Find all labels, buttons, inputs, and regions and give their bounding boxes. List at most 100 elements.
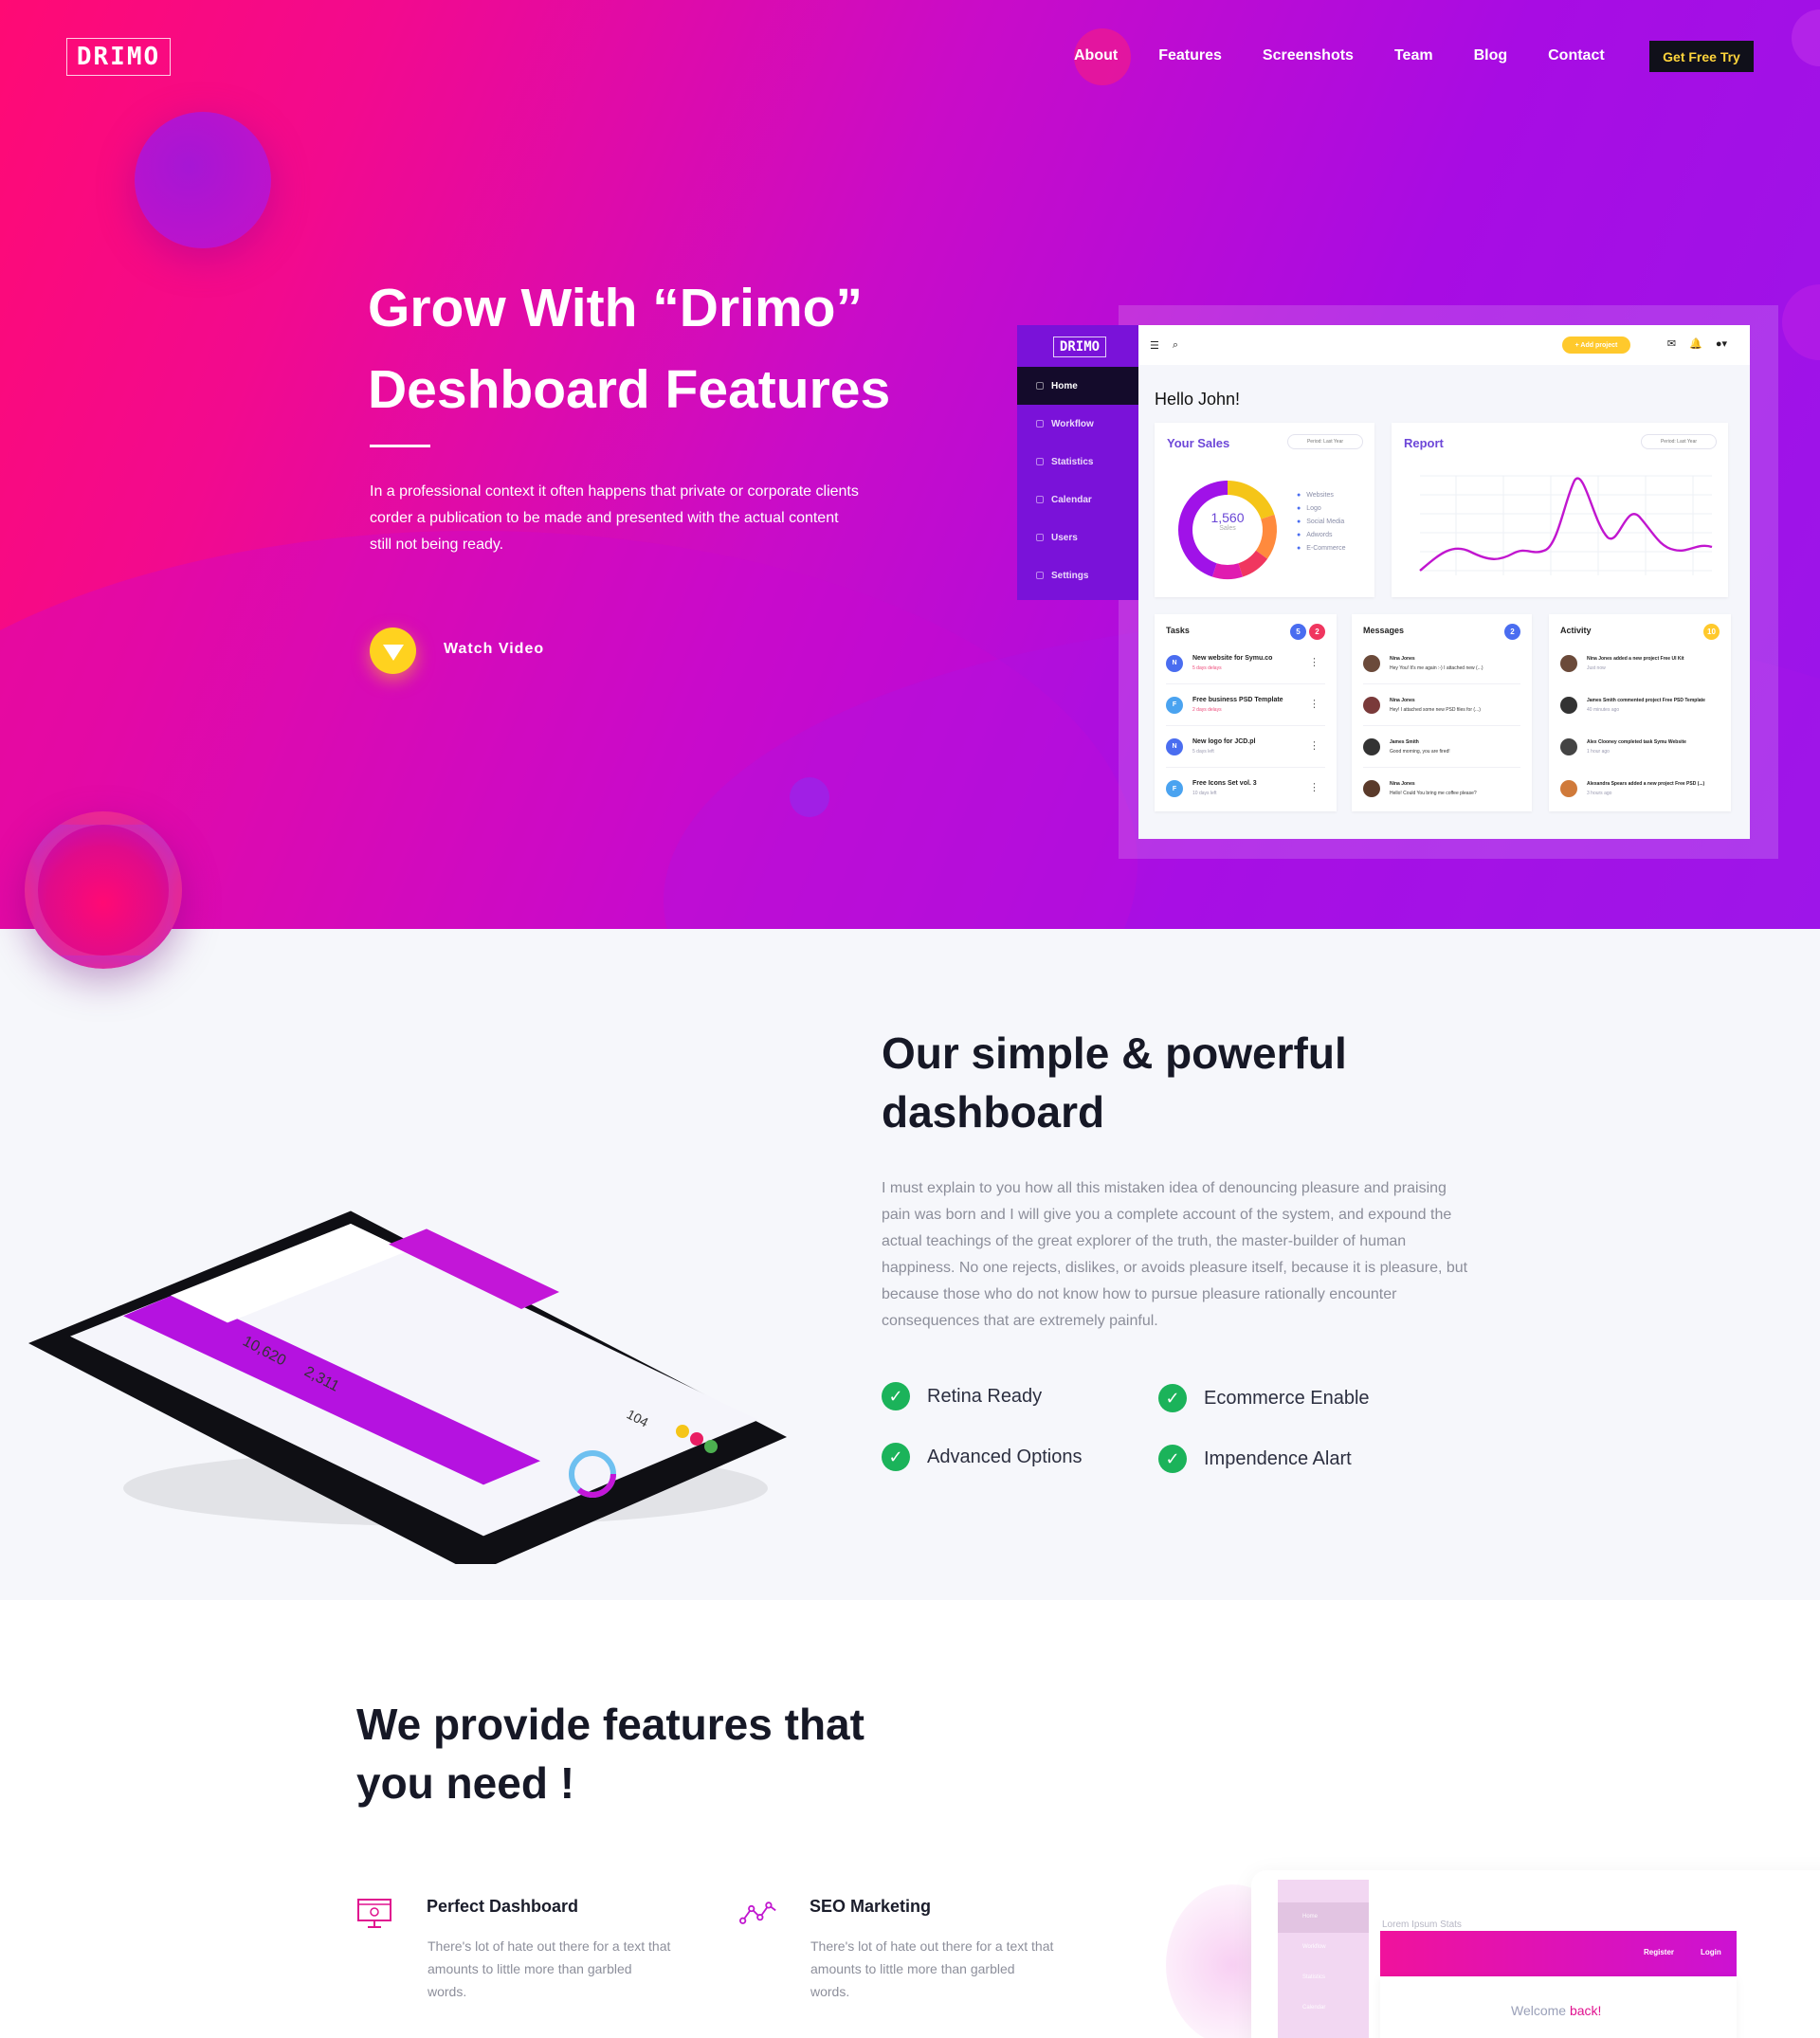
sales-card: Your Sales Period: Last Year 1,560 Sales…	[1155, 423, 1374, 597]
activity-description: Alexandra Spears added a new project Fre…	[1587, 781, 1705, 787]
get-free-try-button[interactable]: Get Free Try	[1649, 41, 1754, 72]
check-icon: ✓	[882, 1382, 910, 1410]
sales-total: 1,560	[1210, 510, 1245, 525]
site-logo[interactable]: DRIMO	[66, 38, 171, 76]
avatar	[1560, 780, 1577, 797]
more-icon[interactable]: ⋮	[1309, 739, 1320, 752]
task-text: New website for Symu.co 5 days delays	[1192, 654, 1272, 673]
search-icon[interactable]: ⌕	[1173, 339, 1178, 352]
nav-features[interactable]: Features	[1158, 47, 1222, 64]
play-video-button[interactable]	[370, 628, 416, 674]
message-row[interactable]: Nina Jones Hey You! It's me again :-) I a…	[1363, 643, 1520, 684]
avatar	[1363, 654, 1380, 672]
dash-sidebar-users[interactable]: Users	[1017, 519, 1138, 556]
activity-time: 1 hour ago	[1587, 749, 1610, 755]
dashboard-preview: ☰ ⌕ + Add project ✉ 🔔 ●▾ Hello John! You…	[1138, 325, 1750, 839]
menu-icon[interactable]: ☰	[1150, 339, 1159, 352]
legend-item: Logo	[1297, 502, 1345, 516]
hero-description: In a professional context it often happe…	[370, 483, 859, 553]
activity-row[interactable]: Alexandra Spears added a new project Fre…	[1560, 768, 1720, 810]
add-project-button[interactable]: + Add project	[1562, 337, 1630, 354]
message-sender: James Smith	[1390, 738, 1419, 745]
hero-title-line2: Deshboard Features	[368, 359, 891, 420]
activity-title: Activity	[1560, 626, 1592, 635]
tasks-card: Tasks 5 2 N New website for Symu.co 5 day…	[1155, 614, 1337, 811]
task-initial: F	[1166, 780, 1183, 797]
login-screen-preview: Home Workflow Statistics Calendar Lorem …	[1251, 1870, 1820, 2038]
watch-video-link[interactable]: Watch Video	[444, 641, 544, 658]
sales-period-select[interactable]: Period: Last Year	[1287, 434, 1363, 449]
nav-team[interactable]: Team	[1394, 47, 1433, 64]
decor-circle	[790, 777, 829, 817]
report-line-chart	[1419, 475, 1713, 575]
dash-sidebar-home[interactable]: Home	[1017, 367, 1138, 405]
message-row[interactable]: Nina Jones Hello! Could You bring me coff…	[1363, 768, 1520, 810]
message-row[interactable]: Nina Jones Hey! I attached some new PSD f…	[1363, 684, 1520, 726]
preview-login-tab[interactable]: Login	[1701, 1948, 1721, 1956]
sales-legend: Websites Logo Social Media Adwords E-Com…	[1297, 489, 1345, 555]
message-preview: Hello! Could You bring me coffee please?	[1390, 791, 1477, 796]
legend-item: Websites	[1297, 489, 1345, 502]
home-icon	[1036, 382, 1044, 390]
task-row[interactable]: F Free Icons Set vol. 3 10 days left ⋮	[1166, 768, 1325, 810]
sales-card-title: Your Sales	[1167, 436, 1230, 450]
settings-icon	[1036, 572, 1044, 579]
more-icon[interactable]: ⋮	[1309, 781, 1320, 793]
message-sender: Nina Jones	[1390, 781, 1415, 787]
dashboard-sidebar: DRIMO Home Workflow Statistics Calendar …	[1017, 325, 1138, 600]
task-row[interactable]: N New logo for JCD.pl 5 days left ⋮	[1166, 726, 1325, 768]
dash-sidebar-calendar[interactable]: Calendar	[1017, 481, 1138, 519]
avatar[interactable]: ●▾	[1716, 337, 1727, 350]
tasks-badge-urgent: 2	[1309, 624, 1325, 640]
dash-sidebar-label: Settings	[1051, 570, 1089, 581]
task-row[interactable]: F Free business PSD Template 2 days delay…	[1166, 684, 1325, 726]
dash-sidebar-workflow[interactable]: Workflow	[1017, 405, 1138, 443]
report-period-select[interactable]: Period: Last Year	[1641, 434, 1717, 449]
feature-label: Ecommerce Enable	[1204, 1387, 1370, 1409]
avatar	[1363, 737, 1380, 755]
messages-title: Messages	[1363, 626, 1405, 635]
activity-row[interactable]: James Smith commented project Free PSD T…	[1560, 684, 1720, 726]
preview-welcome-text: Welcome back!	[1511, 2003, 1601, 2018]
message-row[interactable]: James Smith Good morning, you are fired!	[1363, 726, 1520, 768]
message-sender: Nina Jones	[1390, 697, 1415, 703]
preview-sidebar-spacer	[1278, 1880, 1369, 1902]
message-preview: Hey You! It's me again :-) I attached ne…	[1390, 664, 1483, 671]
nav-about[interactable]: About	[1074, 47, 1118, 64]
donut-slice-adwords	[1211, 563, 1244, 579]
mail-icon[interactable]: ✉	[1667, 337, 1676, 350]
graph-line-icon	[739, 1902, 776, 1924]
dash-sidebar-label: Workflow	[1051, 418, 1094, 429]
bell-icon[interactable]: 🔔	[1689, 337, 1702, 350]
hero-title-line1: Grow With “Drimo”	[368, 278, 863, 338]
feature-impendence: ✓ Impendence Alart	[1158, 1445, 1352, 1473]
task-meta: 5 days left	[1192, 748, 1214, 755]
task-text: Free Icons Set vol. 3 10 days left	[1192, 779, 1257, 798]
activity-row[interactable]: Nina Jones added a new project Free UI K…	[1560, 643, 1720, 684]
hero-divider	[370, 445, 430, 447]
task-meta: 10 days left	[1192, 791, 1217, 796]
activity-row[interactable]: Alex Clooney completed task Symu Website…	[1560, 726, 1720, 768]
welcome-word: Welcome	[1511, 2003, 1567, 2018]
feature-label: Advanced Options	[927, 1446, 1083, 1467]
more-icon[interactable]: ⋮	[1309, 656, 1320, 668]
activity-text: Alexandra Spears added a new project Fre…	[1587, 779, 1704, 798]
message-text: Nina Jones Hey You! It's me again :-) I a…	[1390, 654, 1483, 673]
nav-contact[interactable]: Contact	[1548, 47, 1605, 64]
task-row[interactable]: N New website for Symu.co 5 days delays ⋮	[1166, 643, 1325, 684]
legend-item: Adwords	[1297, 529, 1345, 542]
main-nav: About Features Screenshots Team Blog Con…	[1074, 47, 1646, 64]
preview-register-tab[interactable]: Register	[1644, 1948, 1674, 1956]
dashboard-greeting: Hello John!	[1155, 390, 1241, 409]
more-icon[interactable]: ⋮	[1309, 698, 1320, 710]
activity-text: Alex Clooney completed task Symu Website…	[1587, 737, 1686, 756]
message-sender: Nina Jones	[1390, 655, 1415, 662]
nav-screenshots[interactable]: Screenshots	[1263, 47, 1354, 64]
dash-sidebar-statistics[interactable]: Statistics	[1017, 443, 1138, 481]
legend-item: E-Commerce	[1297, 542, 1345, 555]
message-text: Nina Jones Hello! Could You bring me coff…	[1390, 779, 1477, 798]
features-section: We provide features that you need ! Perf…	[0, 1600, 1820, 2038]
dash-sidebar-settings[interactable]: Settings	[1017, 556, 1138, 594]
nav-blog[interactable]: Blog	[1474, 47, 1508, 64]
activity-card: Activity 10 Nina Jones added a new proje…	[1549, 614, 1731, 811]
